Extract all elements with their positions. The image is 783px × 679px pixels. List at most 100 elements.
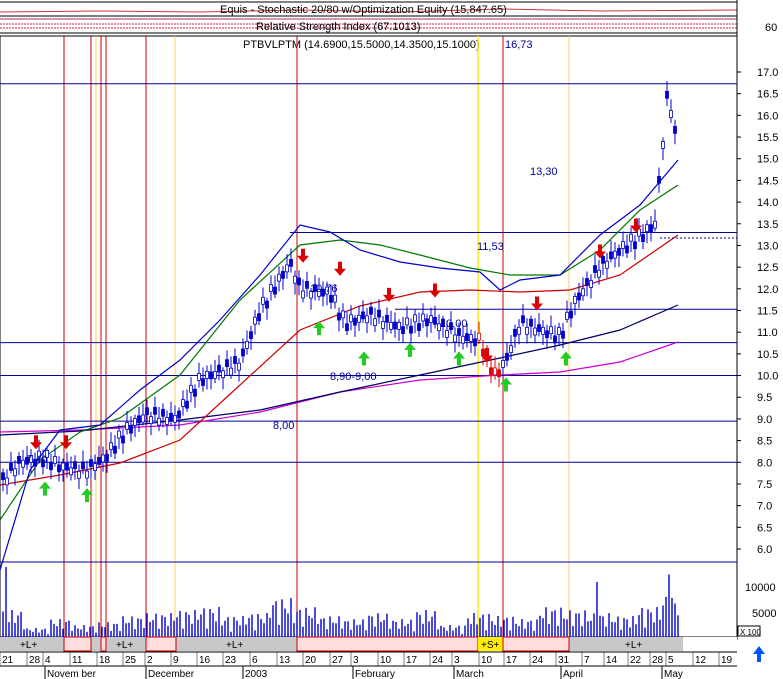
- strip-short-1: +S+: [481, 640, 500, 651]
- price-body: [357, 314, 361, 323]
- y-tick-label: 16.0: [757, 110, 778, 122]
- price-body: [289, 259, 293, 267]
- price-body: [453, 334, 457, 343]
- price-body: [617, 248, 621, 256]
- up-arrow-icon[interactable]: [753, 646, 765, 662]
- month-label: December: [148, 669, 195, 679]
- price-body: [225, 359, 229, 368]
- month-label: March: [456, 669, 484, 679]
- annotation-8-00: 8,00: [273, 420, 294, 432]
- price-body: [553, 335, 557, 344]
- day-label: 2: [147, 655, 153, 666]
- price-body: [525, 326, 529, 335]
- price-body: [397, 321, 401, 330]
- y-tick-label: 15.5: [757, 132, 778, 144]
- y-tick-label: 14.5: [757, 175, 778, 187]
- price-body: [137, 415, 141, 424]
- annotation-11-53: 11,53: [477, 241, 504, 253]
- y-tick-label: 17.0: [757, 67, 778, 79]
- price-body: [241, 348, 245, 357]
- annotation-10-76: 10,76: [310, 283, 338, 295]
- price-body: [77, 470, 81, 479]
- strip-long-2: +L+: [116, 640, 133, 651]
- moving-averages: [0, 159, 679, 571]
- price-body: [545, 330, 549, 339]
- price-body: [629, 233, 633, 242]
- price-body: [141, 414, 145, 423]
- strip-long-1: +L+: [20, 640, 37, 651]
- price-body: [73, 461, 77, 469]
- equity-label: Equis - Stochastic 20/80 w/Optimization …: [220, 4, 507, 16]
- strip-long-4: +L+: [625, 640, 642, 651]
- price-body: [189, 384, 193, 393]
- price-body: [109, 442, 113, 451]
- price-body: [221, 370, 225, 379]
- price-body: [405, 317, 409, 326]
- price-body: [121, 435, 125, 444]
- price-body: [333, 294, 337, 303]
- month-label: 2003: [245, 669, 268, 679]
- signal-strip: +L+ +L+ +L+ +S+ +L+: [0, 636, 737, 652]
- day-label: 9: [173, 655, 179, 666]
- price-body: [85, 470, 89, 479]
- price-body: [369, 306, 373, 315]
- y-tick-label: 10.0: [757, 371, 778, 383]
- buy-arrow-icon: [358, 351, 370, 366]
- price-body: [93, 463, 97, 471]
- price-title: PTBVLPTM (14.6900,15.5000,14.3500,15.100…: [243, 39, 480, 51]
- price-axis: 6.0 6.5 7.0 7.5 8.0 8.5 9.0 9.5 10.0 10.5 11.0 11.5…: [737, 67, 778, 556]
- price-body: [497, 369, 501, 378]
- price-body: [533, 327, 537, 336]
- price-body: [465, 333, 469, 342]
- price-body: [117, 430, 121, 439]
- level-lines: [0, 83, 737, 463]
- volume-tick-10000: 10000: [745, 582, 776, 594]
- price-body: [205, 371, 209, 379]
- price-body: [621, 241, 625, 249]
- price-body: [469, 334, 473, 342]
- month-label: April: [563, 669, 583, 679]
- price-body: [609, 251, 613, 260]
- y-tick-label: 16.5: [757, 89, 778, 101]
- price-body: [185, 400, 189, 409]
- price-body: [201, 378, 205, 386]
- price-body: [381, 321, 385, 329]
- rsi-level-label: 60: [765, 22, 777, 34]
- price-body: [257, 313, 261, 322]
- y-tick-label: 15.0: [757, 154, 778, 166]
- price-body: [49, 462, 53, 471]
- strip-long-3: +L+: [226, 640, 243, 651]
- sell-arrow-icon: [429, 283, 441, 298]
- price-body: [513, 328, 517, 337]
- price-body: [89, 459, 93, 467]
- price-body: [501, 360, 505, 368]
- y-tick-label: 8.5: [757, 436, 772, 448]
- day-label: 12: [695, 655, 707, 666]
- buy-arrow-icon: [404, 342, 416, 357]
- price-body: [217, 364, 221, 373]
- price-body: [113, 445, 117, 454]
- price-body: [413, 314, 417, 323]
- price-body: [265, 300, 269, 309]
- price-body: [461, 335, 465, 344]
- price-body: [249, 331, 253, 339]
- price-body: [245, 341, 249, 349]
- price-body: [537, 324, 541, 332]
- price-body: [653, 220, 657, 229]
- price-body: [585, 278, 589, 286]
- y-tick-label: 8.0: [757, 457, 772, 469]
- price-body: [149, 416, 153, 424]
- price-body: [105, 453, 109, 462]
- buy-arrow-icon: [39, 481, 51, 496]
- price-body: [213, 371, 217, 379]
- day-label: 16: [199, 655, 211, 666]
- price-body: [329, 294, 333, 303]
- price-body: [305, 280, 309, 289]
- day-label: 17: [406, 655, 418, 666]
- day-label: 3: [353, 655, 359, 666]
- price-body: [5, 477, 9, 486]
- sell-arrow-icon: [297, 248, 309, 263]
- rsi-label: Relative Strength Index (67.1013): [256, 21, 421, 33]
- day-label: 28: [652, 655, 664, 666]
- day-label: 10: [380, 655, 392, 666]
